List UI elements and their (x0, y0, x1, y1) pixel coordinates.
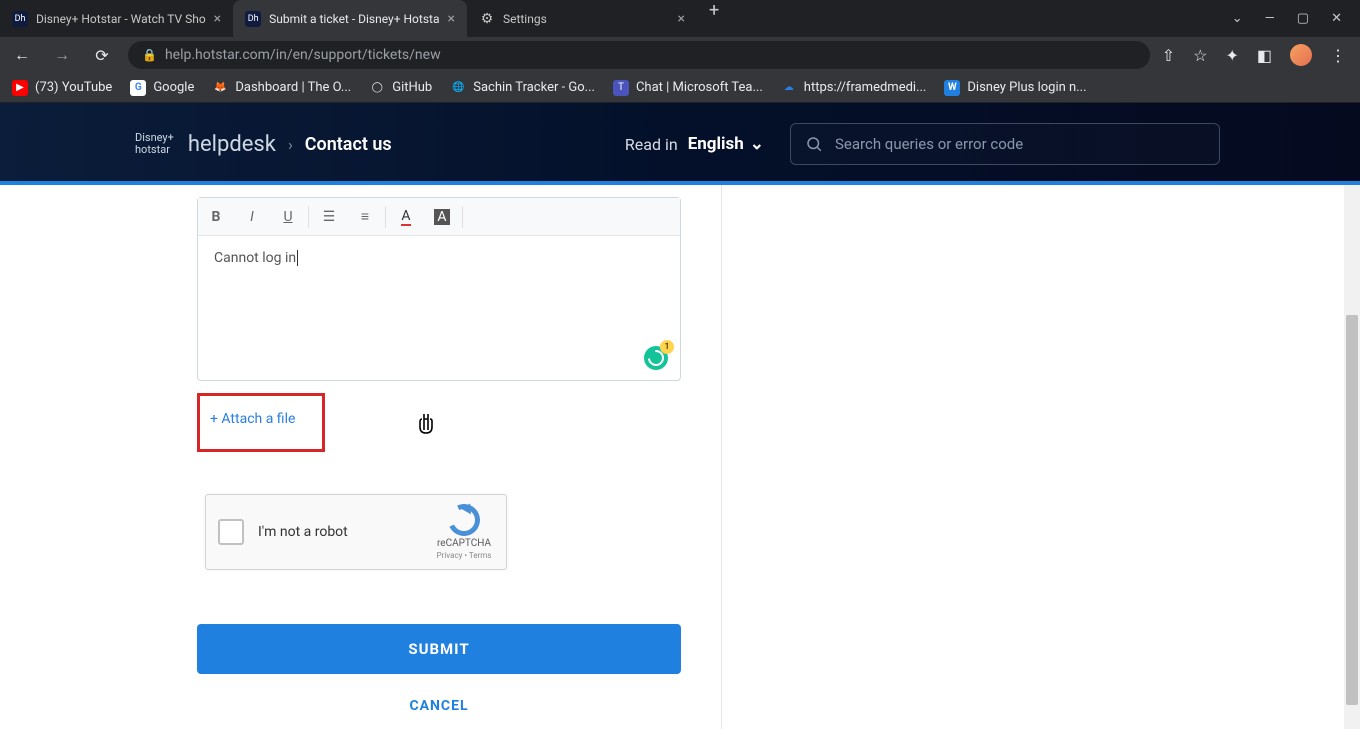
tab-settings[interactable]: ⚙ Settings × (467, 0, 697, 37)
scrollbar[interactable] (1344, 185, 1360, 729)
bookmark-google[interactable]: GGoogle (130, 80, 194, 96)
submit-button[interactable]: SUBMIT (197, 624, 681, 674)
kebab-menu-icon[interactable]: ⋮ (1330, 46, 1346, 65)
bookmark-disneyplus[interactable]: WDisney Plus login n... (944, 80, 1086, 96)
page-header: Disney+ hotstar helpdesk › Contact us Re… (0, 103, 1360, 185)
favicon: Dh (245, 11, 261, 27)
chevron-right-icon: › (288, 135, 293, 154)
extensions-icon[interactable]: ✦ (1225, 46, 1238, 65)
tab-label: Settings (503, 12, 670, 26)
cancel-link[interactable]: CANCEL (157, 698, 721, 714)
italic-button[interactable]: I (234, 198, 270, 236)
bookmark-sachin[interactable]: 🌐Sachin Tracker - Go... (450, 80, 595, 96)
helpdesk-label: helpdesk (188, 132, 276, 157)
highlight-button[interactable]: A (424, 198, 460, 236)
bookmark-star-icon[interactable]: ☆ (1193, 46, 1207, 65)
page-content: B I U ☰ ≡ A A Cannot log in 1 + Attach a… (0, 185, 1360, 729)
url-field[interactable]: 🔒 help.hotstar.com/in/en/support/tickets… (128, 41, 1150, 69)
bookmark-dashboard[interactable]: 🦊Dashboard | The O... (212, 80, 351, 96)
tab-label: Submit a ticket - Disney+ Hotsta (269, 12, 439, 26)
profile-avatar[interactable] (1290, 44, 1312, 66)
editor-text: Cannot log in (214, 250, 298, 266)
search-icon (805, 135, 823, 153)
recaptcha-checkbox[interactable] (218, 519, 244, 545)
browser-tabs: Dh Disney+ Hotstar - Watch TV Sho × Dh S… (0, 0, 1214, 37)
sidepanel-icon[interactable]: ◧ (1257, 46, 1272, 65)
minimize-icon[interactable]: ― (1265, 11, 1275, 26)
tab-hotstar[interactable]: Dh Disney+ Hotstar - Watch TV Sho × (0, 0, 233, 37)
language-selector[interactable]: English ⌄ (688, 134, 764, 154)
favicon: Dh (12, 11, 28, 27)
chevron-down-icon[interactable]: ⌄ (1232, 11, 1243, 26)
close-icon[interactable]: × (677, 11, 684, 27)
search-input[interactable]: Search queries or error code (790, 123, 1220, 165)
share-icon[interactable]: ⇧ (1162, 46, 1175, 65)
grammarly-badge: 1 (660, 340, 674, 354)
mouse-cursor-icon (418, 412, 438, 436)
browser-titlebar: Dh Disney+ Hotstar - Watch TV Sho × Dh S… (0, 0, 1360, 37)
text-color-button[interactable]: A (388, 198, 424, 236)
window-controls: ⌄ ― ▢ ✕ (1214, 11, 1360, 26)
editor-toolbar: B I U ☰ ≡ A A (198, 198, 680, 236)
underline-button[interactable]: U (270, 198, 306, 236)
attach-file-link[interactable]: + Attach a file (210, 411, 295, 427)
recaptcha-label: I'm not a robot (258, 524, 434, 540)
close-icon[interactable]: × (214, 11, 221, 27)
hotstar-logo: Disney+ hotstar (135, 132, 174, 156)
brand-block[interactable]: Disney+ hotstar helpdesk (135, 132, 276, 157)
editor-textarea[interactable]: Cannot log in 1 (198, 236, 680, 380)
url-text: help.hotstar.com/in/en/support/tickets/n… (165, 47, 441, 63)
close-window-icon[interactable]: ✕ (1331, 11, 1342, 26)
lock-icon: 🔒 (142, 48, 157, 62)
bookmark-youtube[interactable]: ▶(73) YouTube (12, 80, 112, 96)
chevron-down-icon: ⌄ (750, 134, 764, 154)
gear-icon: ⚙ (479, 11, 495, 27)
tab-label: Disney+ Hotstar - Watch TV Sho (36, 12, 206, 26)
reload-button[interactable]: ⟳ (88, 46, 116, 65)
browser-address-bar: ← → ⟳ 🔒 help.hotstar.com/in/en/support/t… (0, 37, 1360, 73)
maximize-icon[interactable]: ▢ (1297, 11, 1309, 26)
bullet-list-button[interactable]: ☰ (311, 198, 347, 236)
ticket-form-panel: B I U ☰ ≡ A A Cannot log in 1 + Attach a… (157, 185, 722, 729)
close-icon[interactable]: × (447, 11, 454, 27)
bookmark-teams[interactable]: TChat | Microsoft Tea... (613, 80, 763, 96)
bookmark-framed[interactable]: ☁https://framedmedi... (781, 80, 927, 96)
bookmarks-bar: ▶(73) YouTube GGoogle 🦊Dashboard | The O… (0, 73, 1360, 103)
description-editor: B I U ☰ ≡ A A Cannot log in 1 (197, 197, 681, 381)
scrollbar-thumb[interactable] (1346, 315, 1358, 705)
new-tab-button[interactable]: + (697, 0, 731, 37)
bold-button[interactable]: B (198, 198, 234, 236)
forward-button[interactable]: → (48, 45, 76, 65)
recaptcha-logo: reCAPTCHA Privacy • Terms (434, 504, 494, 560)
recaptcha-icon (448, 504, 480, 536)
attach-highlight-box: + Attach a file (197, 393, 325, 452)
search-placeholder: Search queries or error code (835, 135, 1023, 153)
ordered-list-button[interactable]: ≡ (347, 198, 383, 236)
read-in-label: Read in (625, 135, 678, 154)
tab-submit-ticket[interactable]: Dh Submit a ticket - Disney+ Hotsta × (233, 0, 467, 37)
breadcrumb-contact-us: Contact us (305, 134, 392, 155)
back-button[interactable]: ← (8, 45, 36, 65)
bookmark-github[interactable]: ◯GitHub (369, 80, 432, 96)
recaptcha-widget: I'm not a robot reCAPTCHA Privacy • Term… (205, 494, 507, 570)
